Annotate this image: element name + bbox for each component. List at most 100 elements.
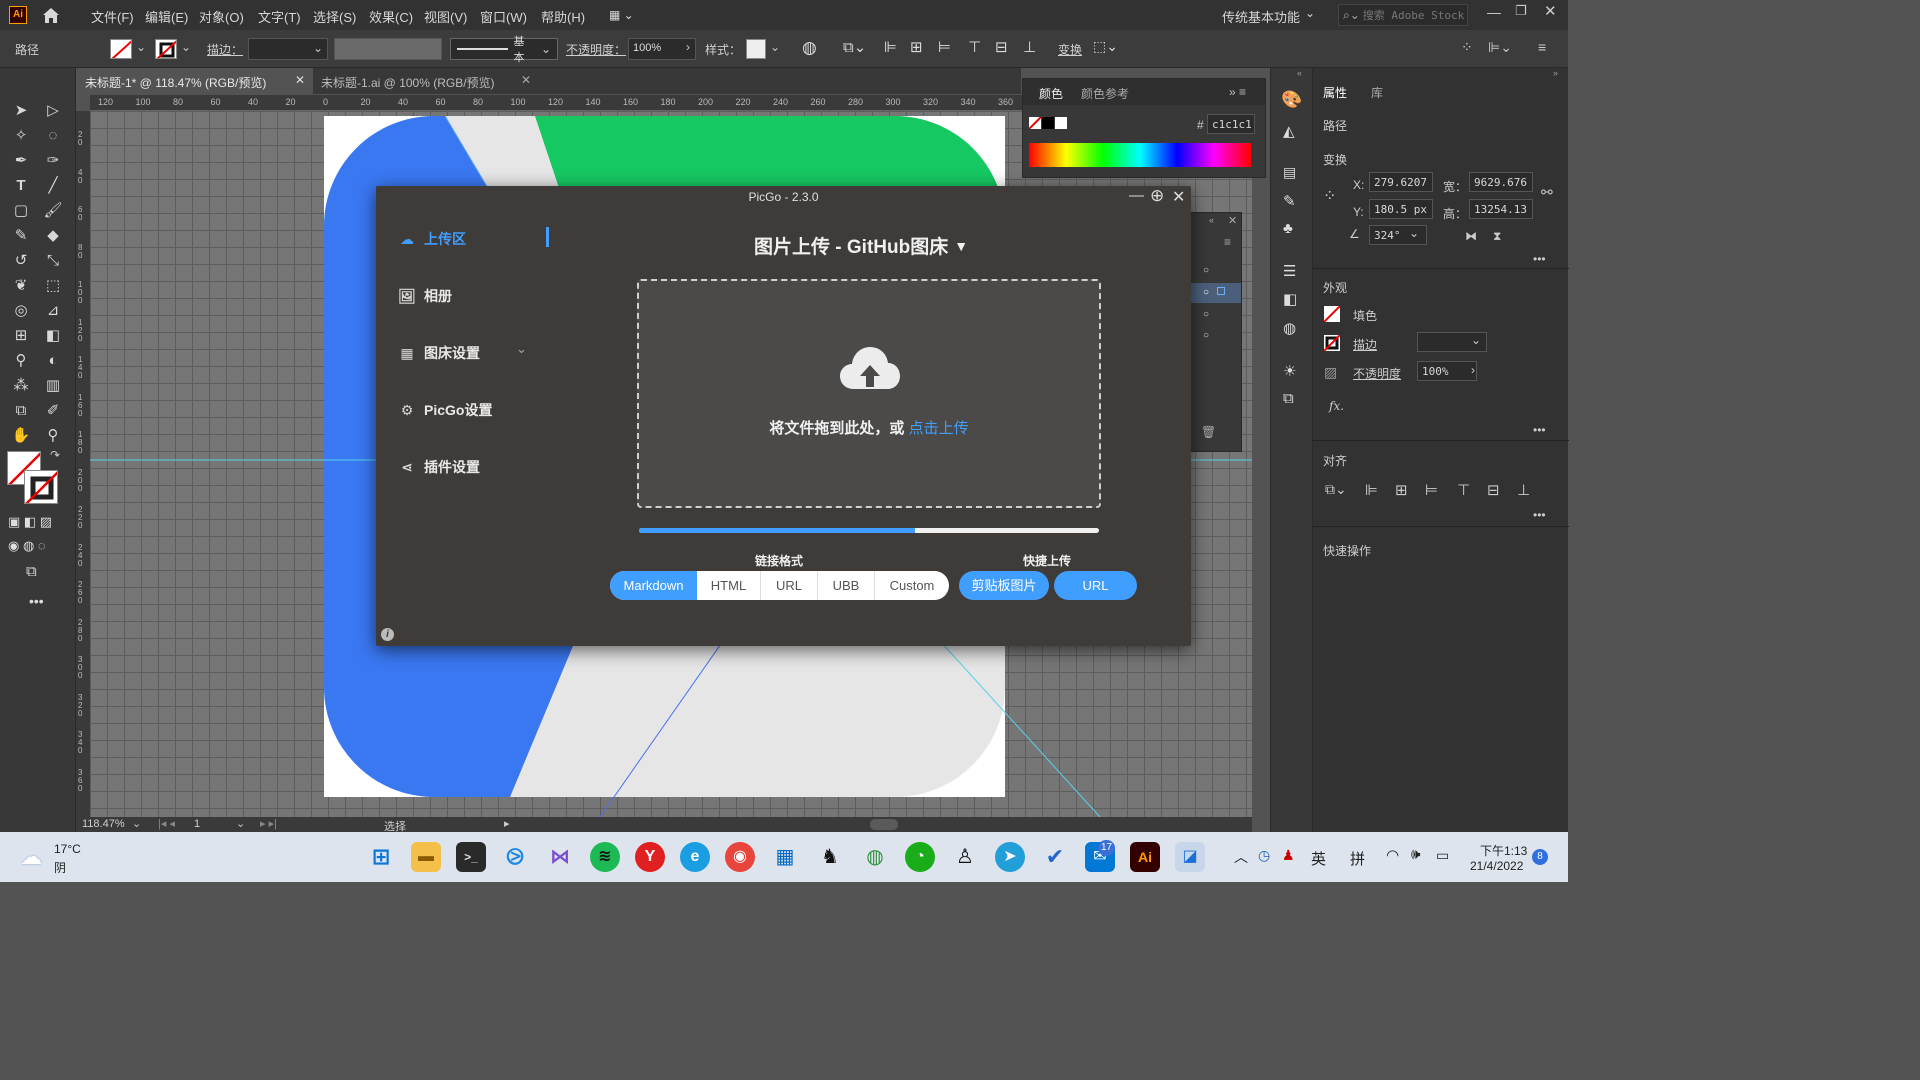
- flip-vertical-icon[interactable]: ⧗: [1493, 229, 1501, 244]
- column-graph-icon[interactable]: ▥: [42, 375, 64, 397]
- todo-icon[interactable]: ✔: [1040, 842, 1070, 872]
- chevron-down-icon[interactable]: ⌄: [516, 341, 527, 357]
- menu-effect[interactable]: 效果(C): [369, 7, 413, 26]
- stroke-weight-field[interactable]: ⌄: [248, 38, 328, 60]
- line-tool-icon[interactable]: ╱: [42, 175, 64, 197]
- lasso-icon[interactable]: ◌: [42, 125, 64, 147]
- trash-icon[interactable]: 🗑: [1201, 425, 1216, 439]
- shaper-icon[interactable]: ✎: [10, 225, 32, 247]
- chevron-right-icon[interactable]: ›: [686, 40, 690, 54]
- fox-app-icon[interactable]: ♞: [815, 842, 845, 872]
- clock-time[interactable]: 下午1:13: [1480, 842, 1527, 859]
- align-bottom-icon[interactable]: ⊥: [1517, 481, 1530, 499]
- menu-edit[interactable]: 编辑(E): [145, 7, 188, 26]
- align-top-icon[interactable]: ⊤: [968, 38, 981, 56]
- notification-count[interactable]: 8: [1532, 849, 1548, 865]
- format-markdown-button[interactable]: Markdown: [610, 571, 697, 600]
- pin-icon[interactable]: ⊕: [1150, 186, 1164, 206]
- y-input[interactable]: 180.5 px: [1369, 199, 1433, 219]
- scale-icon[interactable]: ⤡: [42, 250, 64, 272]
- minimize-button[interactable]: —: [1129, 187, 1144, 204]
- selected-layer-row[interactable]: [1191, 283, 1241, 303]
- artboard-tool-icon[interactable]: ⧉: [10, 400, 32, 422]
- free-transform-icon[interactable]: ⬚: [42, 275, 64, 297]
- constrain-proportions-icon[interactable]: ⚯: [1541, 184, 1553, 201]
- more-options-icon[interactable]: •••: [1533, 423, 1546, 437]
- chevron-down-icon[interactable]: ⌄: [132, 817, 141, 830]
- align-vcenter-icon[interactable]: ⊟: [995, 38, 1008, 56]
- gradient-panel-icon[interactable]: ◧: [1283, 290, 1297, 308]
- fill-swatch[interactable]: [1324, 306, 1340, 322]
- warp-icon[interactable]: ❦: [10, 275, 32, 297]
- tab-color[interactable]: 颜色: [1039, 85, 1063, 102]
- hand-tool-icon[interactable]: ✋: [10, 425, 32, 447]
- arrange-documents-icon[interactable]: ▦ ⌄: [609, 8, 639, 22]
- hex-input[interactable]: c1c1c1: [1207, 114, 1255, 134]
- battery-icon[interactable]: ▭: [1436, 847, 1449, 864]
- variable-width-profile[interactable]: [334, 38, 442, 60]
- edge-icon[interactable]: e: [680, 842, 710, 872]
- close-button[interactable]: ✕: [1172, 187, 1185, 207]
- paintbrush-icon[interactable]: 🖌: [42, 200, 64, 222]
- transparency-icon[interactable]: ◍: [1283, 319, 1296, 337]
- stroke-swatch[interactable]: [155, 39, 177, 59]
- qq-icon[interactable]: ♙: [950, 842, 980, 872]
- more-options-icon[interactable]: •••: [1533, 508, 1546, 522]
- chevron-right-icon[interactable]: ›: [1471, 363, 1475, 377]
- nav-picbed-settings[interactable]: ▦ 图床设置: [398, 343, 480, 363]
- align-top-icon[interactable]: ⊤: [1457, 481, 1470, 499]
- eyedropper-icon[interactable]: ⚲: [10, 350, 32, 372]
- zoom-level[interactable]: 118.47%: [82, 818, 125, 830]
- type-tool-icon[interactable]: T: [10, 175, 32, 197]
- zoom-tool-icon[interactable]: ⚲: [42, 425, 64, 447]
- panel-menu-icon[interactable]: ≡: [1538, 39, 1546, 55]
- recolor-artwork-icon[interactable]: ◍: [802, 38, 817, 58]
- align-right-icon[interactable]: ⊨: [938, 38, 951, 56]
- menu-window[interactable]: 窗口(W): [480, 7, 527, 26]
- click-upload-link[interactable]: 点击上传: [909, 420, 969, 437]
- tab-document-1[interactable]: 未标题-1* @ 118.47% (RGB/预览) ✕: [77, 68, 313, 94]
- menu-object[interactable]: 对象(O): [199, 7, 244, 26]
- arrange-panels-icon[interactable]: ⁘: [1461, 39, 1473, 56]
- appearance-icon[interactable]: ☀: [1283, 362, 1296, 380]
- workspace-switcher[interactable]: 传统基本功能: [1222, 7, 1300, 26]
- symbols-icon[interactable]: ♣: [1283, 220, 1293, 237]
- artboard-number[interactable]: 1: [194, 818, 200, 830]
- terminal-icon[interactable]: >_: [456, 842, 486, 872]
- color-spectrum[interactable]: [1029, 143, 1251, 167]
- menu-file[interactable]: 文件(F): [91, 7, 134, 26]
- target-circle[interactable]: ○: [1203, 287, 1209, 298]
- brush-definition[interactable]: 基本 ⌄: [450, 36, 558, 64]
- search-stock-input[interactable]: ⌕⌄ 搜索 Adobe Stock: [1338, 4, 1468, 26]
- picbed-selector[interactable]: 图片上传 - GitHub图床 ▼: [754, 232, 968, 259]
- stroke-label[interactable]: 描边：: [207, 41, 243, 58]
- perspective-grid-icon[interactable]: ⊿: [42, 300, 64, 322]
- chevron-down-icon[interactable]: ⌄: [236, 817, 245, 830]
- clock-tray-icon[interactable]: ◷: [1258, 847, 1270, 864]
- ime-mode[interactable]: 拼: [1350, 848, 1365, 869]
- vscode-icon[interactable]: ⧁: [500, 842, 530, 872]
- align-right-icon[interactable]: ⊨: [1425, 481, 1438, 499]
- minimize-window-button[interactable]: —: [1487, 4, 1501, 20]
- chevron-down-icon[interactable]: ⌄: [181, 40, 191, 54]
- tab-libraries[interactable]: 库: [1371, 84, 1383, 101]
- format-html-button[interactable]: HTML: [697, 571, 761, 600]
- chevron-down-icon[interactable]: ⌄: [136, 40, 146, 54]
- clock-date[interactable]: 21/4/2022: [1470, 859, 1523, 873]
- draw-mode-icon[interactable]: ◉ ◍ ◌: [8, 538, 46, 554]
- blend-icon[interactable]: ◐: [42, 350, 64, 372]
- picgo-taskbar-icon[interactable]: ◪: [1175, 842, 1205, 872]
- align-left-icon[interactable]: ⊫: [884, 38, 897, 56]
- direct-selection-tool-icon[interactable]: ▷: [42, 100, 64, 122]
- more-tools-icon[interactable]: •••: [29, 593, 44, 609]
- format-ubb-button[interactable]: UBB: [818, 571, 875, 600]
- url-upload-button[interactable]: URL: [1054, 571, 1137, 600]
- align-hcenter-icon[interactable]: ⊞: [1395, 481, 1408, 499]
- curvature-icon[interactable]: ✑: [42, 150, 64, 172]
- eraser-icon[interactable]: ◆: [42, 225, 64, 247]
- align-vcenter-icon[interactable]: ⊟: [1487, 481, 1500, 499]
- graphic-styles-icon[interactable]: ⧉: [1283, 390, 1294, 407]
- menu-select[interactable]: 选择(S): [313, 7, 356, 26]
- home-icon[interactable]: [40, 5, 62, 25]
- tab-document-2[interactable]: 未标题-1.ai @ 100% (RGB/预览) ✕: [313, 68, 539, 94]
